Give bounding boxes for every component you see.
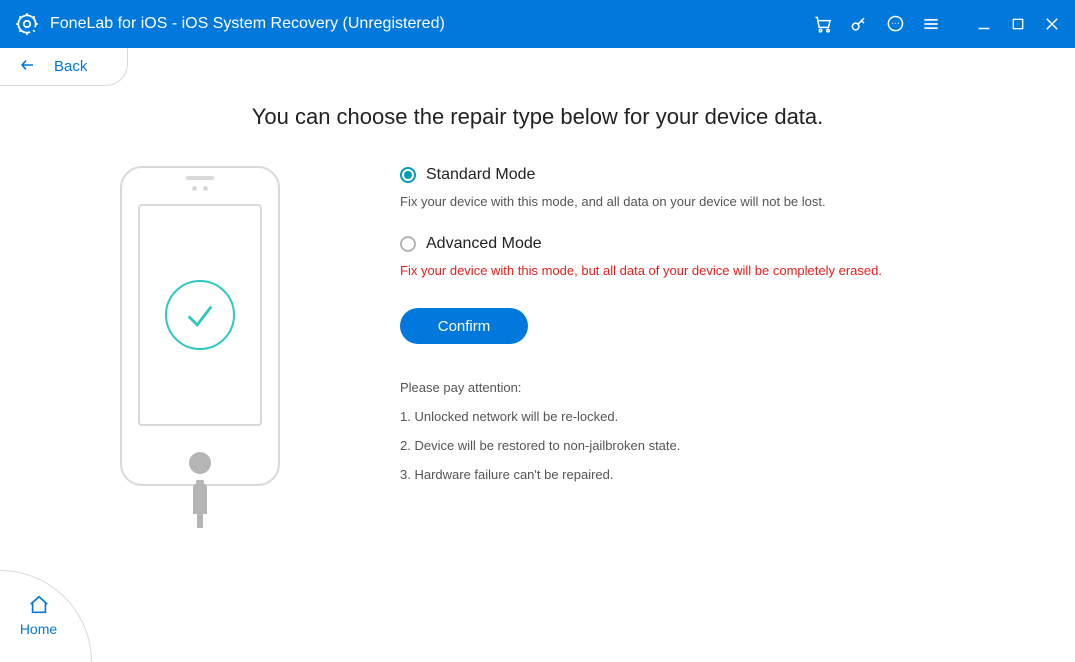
phone-outline-icon xyxy=(120,166,280,486)
attention-title: Please pay attention: xyxy=(400,380,1035,395)
back-button[interactable]: Back xyxy=(0,48,128,86)
standard-mode-option[interactable]: Standard Mode xyxy=(400,166,1035,184)
advanced-mode-desc: Fix your device with this mode, but all … xyxy=(400,263,1035,278)
attention-section: Please pay attention: 1. Unlocked networ… xyxy=(400,380,1035,482)
content-area: Back You can choose the repair type belo… xyxy=(0,48,1075,662)
cable-icon xyxy=(193,484,207,514)
app-logo-icon xyxy=(14,11,40,37)
attention-item-3: 3. Hardware failure can't be repaired. xyxy=(400,467,1035,482)
radio-unselected-icon xyxy=(400,236,416,252)
minimize-button[interactable] xyxy=(971,11,997,37)
attention-item-1: 1. Unlocked network will be re-locked. xyxy=(400,409,1035,424)
advanced-mode-option[interactable]: Advanced Mode xyxy=(400,235,1035,253)
attention-item-2: 2. Device will be restored to non-jailbr… xyxy=(400,438,1035,453)
feedback-icon[interactable] xyxy=(883,12,907,36)
window-title: FoneLab for iOS - iOS System Recovery (U… xyxy=(50,15,811,33)
home-label: Home xyxy=(20,621,57,637)
home-button[interactable]: Home xyxy=(0,570,92,662)
app-window: FoneLab for iOS - iOS System Recovery (U… xyxy=(0,0,1075,662)
key-icon[interactable] xyxy=(847,12,871,36)
checkmark-icon xyxy=(165,280,235,350)
menu-icon[interactable] xyxy=(919,12,943,36)
cart-icon[interactable] xyxy=(811,12,835,36)
page-heading: You can choose the repair type below for… xyxy=(0,104,1075,130)
home-icon xyxy=(28,594,50,619)
maximize-button[interactable] xyxy=(1005,11,1031,37)
device-illustration xyxy=(0,166,400,514)
radio-selected-icon xyxy=(400,167,416,183)
standard-mode-desc: Fix your device with this mode, and all … xyxy=(400,194,1035,209)
back-label: Back xyxy=(54,58,87,75)
confirm-button[interactable]: Confirm xyxy=(400,308,528,344)
advanced-mode-label: Advanced Mode xyxy=(426,235,542,253)
back-arrow-icon xyxy=(18,56,36,78)
titlebar-actions xyxy=(811,11,1065,37)
standard-mode-label: Standard Mode xyxy=(426,166,535,184)
close-button[interactable] xyxy=(1039,11,1065,37)
titlebar: FoneLab for iOS - iOS System Recovery (U… xyxy=(0,0,1075,48)
